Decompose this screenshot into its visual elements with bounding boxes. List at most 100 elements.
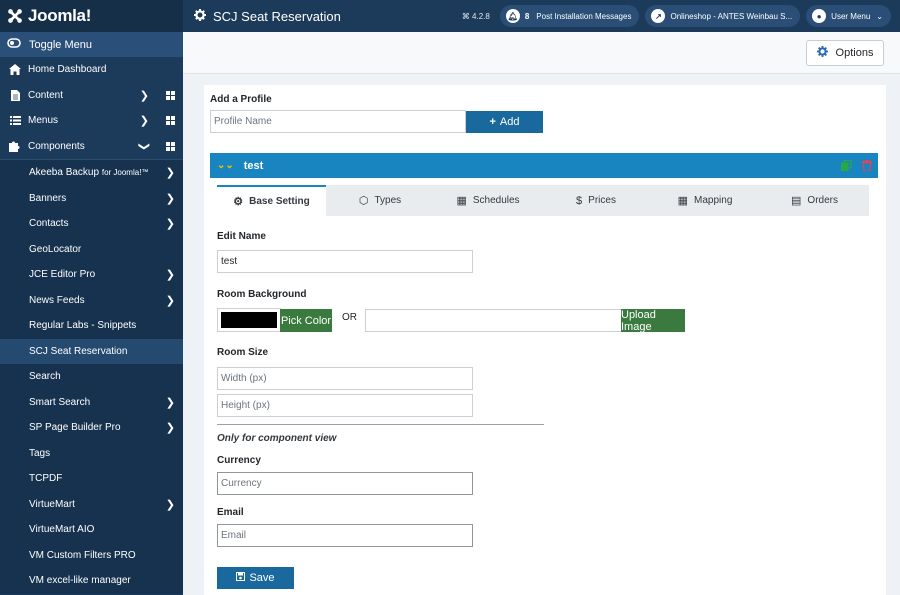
sidebar-item-regular-labs-snippets[interactable]: Regular Labs - Snippets xyxy=(0,313,183,339)
sidebar-item-tags[interactable]: Tags xyxy=(0,440,183,466)
sidebar-item-sp-page-builder-pro[interactable]: SP Page Builder Pro ❯ xyxy=(0,415,183,441)
sidebar-item-label: VirtueMart AIO xyxy=(29,524,95,536)
sidebar-item-menus[interactable]: Menus ❯ xyxy=(0,108,183,134)
room-size-label: Room Size xyxy=(217,347,269,358)
sidebar-item-content[interactable]: Content ❯ xyxy=(0,83,183,109)
chevron-right-icon: ❯ xyxy=(165,218,175,231)
edit-name-input[interactable]: test xyxy=(217,250,473,273)
currency-label: Currency xyxy=(217,455,261,466)
chevron-right-icon: ❯ xyxy=(165,422,175,435)
sidebar-item-label: Components xyxy=(28,140,85,152)
sidebar-item-label: Akeeba Backup xyxy=(29,167,100,179)
or-label: OR xyxy=(342,312,357,323)
color-swatch xyxy=(221,312,277,328)
sidebar-item-home-dashboard[interactable]: Home Dashboard xyxy=(0,57,183,83)
user-menu-label: User Menu xyxy=(831,11,871,21)
external-link-icon: ↗ xyxy=(651,9,666,23)
sidebar-item-jce-editor-pro[interactable]: JCE Editor Pro ❯ xyxy=(0,262,183,288)
profile-actions xyxy=(841,160,872,171)
sidebar-item-banners[interactable]: Banners ❯ xyxy=(0,185,183,211)
toggle-menu-button[interactable]: Toggle Menu xyxy=(0,32,183,57)
site-label: Onlineshop - ANTES Weinbau S... xyxy=(670,11,793,21)
tab-types[interactable]: ⬡ Types xyxy=(326,185,434,216)
post-installation-messages-button[interactable]: 🔔︎ 8 Post Installation Messages xyxy=(499,5,640,27)
sidebar-item-virtuemart-aio[interactable]: VirtueMart AIO xyxy=(0,517,183,543)
sidebar-item-search[interactable]: Search xyxy=(0,364,183,390)
header: SCJ Seat Reservation ⌘ 4.2.8 🔔︎ 8 Post I… xyxy=(183,0,900,32)
home-icon xyxy=(8,64,22,76)
sidebar-item-label: SP Page Builder Pro xyxy=(29,422,121,434)
sidebar-item-label: VM Custom Filters PRO xyxy=(29,549,136,561)
add-profile-button[interactable]: + Add xyxy=(466,111,543,133)
currency-input[interactable]: Currency xyxy=(217,472,473,495)
profile-panel: Add a Profile Profile Name + Add ⌄⌄ test… xyxy=(204,85,886,595)
messages-count: 8 xyxy=(524,11,530,21)
sidebar-item-scj-seat-reservation[interactable]: SCJ Seat Reservation xyxy=(0,338,183,364)
email-input[interactable]: Email xyxy=(217,524,473,547)
trash-icon[interactable] xyxy=(862,160,872,171)
gear-icon xyxy=(816,46,828,60)
brand[interactable]: Joomla! xyxy=(0,0,183,32)
background-color-input[interactable] xyxy=(217,308,281,332)
height-input[interactable]: Height (px) xyxy=(217,394,473,417)
chevron-right-icon: ❯ xyxy=(139,89,149,102)
sidebar-item-label: Menus xyxy=(28,115,59,127)
profile-name-input[interactable]: Profile Name xyxy=(210,110,466,133)
tab-base-setting[interactable]: ⚙ Base Setting xyxy=(217,185,326,216)
save-button[interactable]: Save xyxy=(217,567,294,589)
image-path-input[interactable] xyxy=(365,309,622,332)
document-icon: ▤ xyxy=(791,195,802,207)
sidebar-item-label: VM excel-like manager xyxy=(29,575,131,587)
sidebar-item-label: JCE Editor Pro xyxy=(29,269,96,281)
version-label: ⌘ 4.2.8 xyxy=(461,11,490,21)
tab-label: Prices xyxy=(588,195,616,206)
add-profile-label: Add a Profile xyxy=(210,94,272,105)
tab-label: Orders xyxy=(807,195,838,206)
sidebar-item-smart-search[interactable]: Smart Search ❯ xyxy=(0,389,183,415)
user-icon: ● xyxy=(812,9,827,23)
sidebar-item-news-feeds[interactable]: News Feeds ❯ xyxy=(0,287,183,313)
dashboard-grid-icon[interactable] xyxy=(166,141,176,151)
site-link-button[interactable]: ↗ Onlineshop - ANTES Weinbau S... xyxy=(645,5,801,27)
profile-header[interactable]: ⌄⌄ test xyxy=(210,153,878,178)
tab-mapping[interactable]: ▦ Mapping xyxy=(650,185,760,216)
save-label: Save xyxy=(249,572,275,584)
tab-prices[interactable]: $ Prices xyxy=(542,185,650,216)
tab-schedules[interactable]: ▦ Schedules xyxy=(434,185,542,216)
dashboard-grid-icon[interactable] xyxy=(166,90,176,100)
dollar-icon: $ xyxy=(576,194,583,207)
sidebar-item-tcpdf[interactable]: TCPDF xyxy=(0,466,183,492)
sidebar-item-label: Regular Labs - Snippets xyxy=(29,320,137,332)
add-button-label: Add xyxy=(499,116,520,128)
sidebar-item-label: Home Dashboard xyxy=(28,64,107,76)
trademark-mark: ™ xyxy=(141,169,149,177)
sidebar-item-contacts[interactable]: Contacts ❯ xyxy=(0,211,183,237)
sidebar-item-vm-excel-like-manager[interactable]: VM excel-like manager xyxy=(0,568,183,594)
copy-icon[interactable] xyxy=(841,160,852,171)
toolbar: Options xyxy=(183,32,900,74)
sidebar-item-vm-custom-filters-pro[interactable]: VM Custom Filters PRO xyxy=(0,542,183,568)
sidebar: Joomla! Toggle Menu Home Dashboard Conte… xyxy=(0,0,183,595)
sidebar-item-label: Contacts xyxy=(29,218,69,230)
dashboard-grid-icon[interactable] xyxy=(166,116,176,126)
grid-icon: ▦ xyxy=(677,195,689,207)
sidebar-item-label: GeoLocator xyxy=(29,243,82,255)
sidebar-item-virtuemart[interactable]: VirtueMart ❯ xyxy=(0,491,183,517)
sidebar-item-akeeba-backup[interactable]: Akeeba Backup for Joomla! ™ ❯ xyxy=(0,160,183,186)
width-input[interactable]: Width (px) xyxy=(217,367,473,390)
sidebar-item-components[interactable]: Components ❯ xyxy=(0,134,183,160)
page-title: SCJ Seat Reservation xyxy=(183,8,462,24)
sidebar-item-geolocator[interactable]: GeoLocator xyxy=(0,236,183,262)
options-button[interactable]: Options xyxy=(806,40,884,66)
profile-title: test xyxy=(243,159,264,172)
chevron-down-icon: ❯ xyxy=(137,141,150,151)
tab-label: Base Setting xyxy=(249,196,310,207)
tab-orders[interactable]: ▤ Orders xyxy=(760,185,869,216)
upload-image-button[interactable]: Upload Image xyxy=(621,309,685,333)
user-menu-button[interactable]: ● User Menu ⌄ xyxy=(806,5,891,27)
divider xyxy=(217,424,544,425)
messages-label: Post Installation Messages xyxy=(536,11,632,21)
bell-icon: 🔔︎ xyxy=(505,9,520,23)
toggle-menu-label: Toggle Menu xyxy=(29,38,92,51)
pick-color-button[interactable]: Pick Color xyxy=(280,309,332,332)
